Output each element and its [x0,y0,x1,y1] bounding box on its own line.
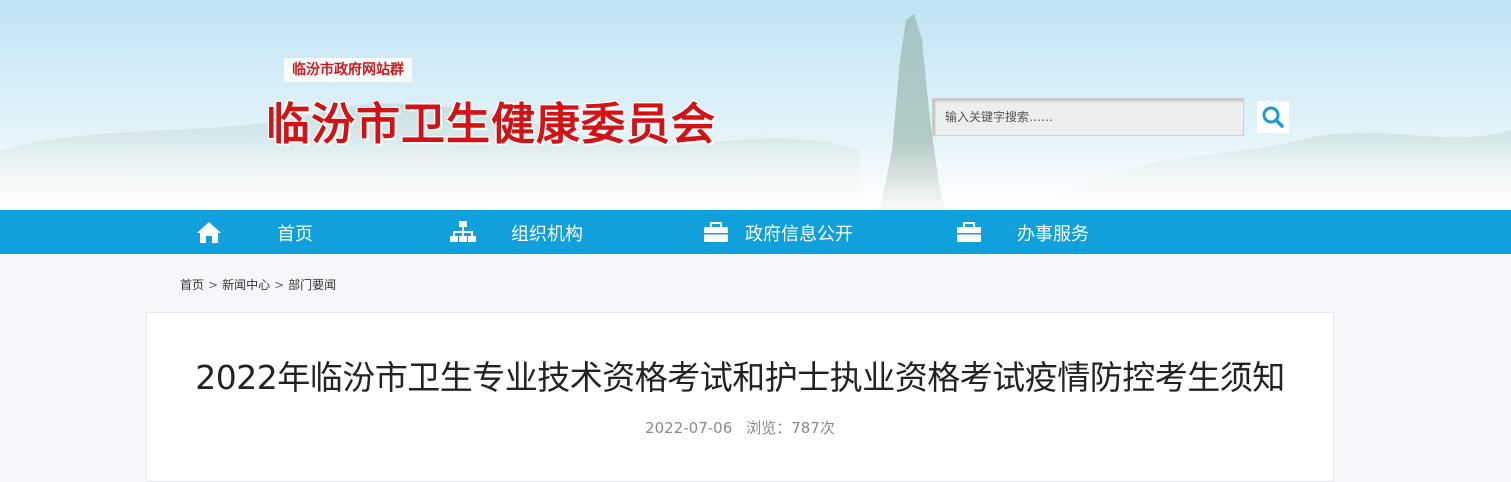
nav-label-services: 办事服务 [1017,224,1089,245]
nav-label-gov-info: 政府信息公开 [745,224,853,245]
nav-item-gov-info[interactable]: 政府信息公开 [703,210,903,254]
nav-label-organization: 组织机构 [511,224,583,245]
article-views: 浏览：787次 [746,419,835,437]
briefcase-icon [704,222,728,242]
breadcrumb-home[interactable]: 首页 [180,278,204,292]
search-box[interactable] [932,98,1244,136]
breadcrumb-separator: > [274,278,285,292]
article-title: 2022年临汾市卫生专业技术资格考试和护士执业资格考试疫情防控考生须知 [195,358,1285,397]
nav-label-home: 首页 [277,224,313,245]
site-title[interactable]: 临汾市卫生健康委员会 [266,88,716,152]
article-date: 2022-07-06 [645,419,733,437]
breadcrumb-separator: > [208,278,219,292]
nav-item-organization[interactable]: 组织机构 [450,210,630,254]
search-input[interactable] [933,99,1243,135]
breadcrumb-news-center[interactable]: 新闻中心 [222,278,270,292]
site-group-label[interactable]: 临汾市政府网站群 [284,58,412,82]
home-icon [197,222,221,243]
org-chart-icon [450,221,476,242]
breadcrumb-dept-news[interactable]: 部门要闻 [288,278,336,292]
briefcase-icon [957,222,981,242]
nav-item-services[interactable]: 办事服务 [956,210,1136,254]
article-panel: 2022年临汾市卫生专业技术资格考试和护士执业资格考试疫情防控考生须知 2022… [146,312,1334,482]
breadcrumb: 首页 > 新闻中心 > 部门要闻 [180,276,336,293]
article-meta: 2022-07-06 浏览：787次 [147,417,1333,438]
search-icon [1262,106,1284,128]
main-nav: 首页 组织机构 政府信息公开 办事服务 [0,210,1511,254]
header-banner: 临汾市政府网站群 临汾市卫生健康委员会 [0,0,1511,210]
search-button[interactable] [1257,101,1289,133]
nav-item-home[interactable]: 首页 [196,210,356,254]
